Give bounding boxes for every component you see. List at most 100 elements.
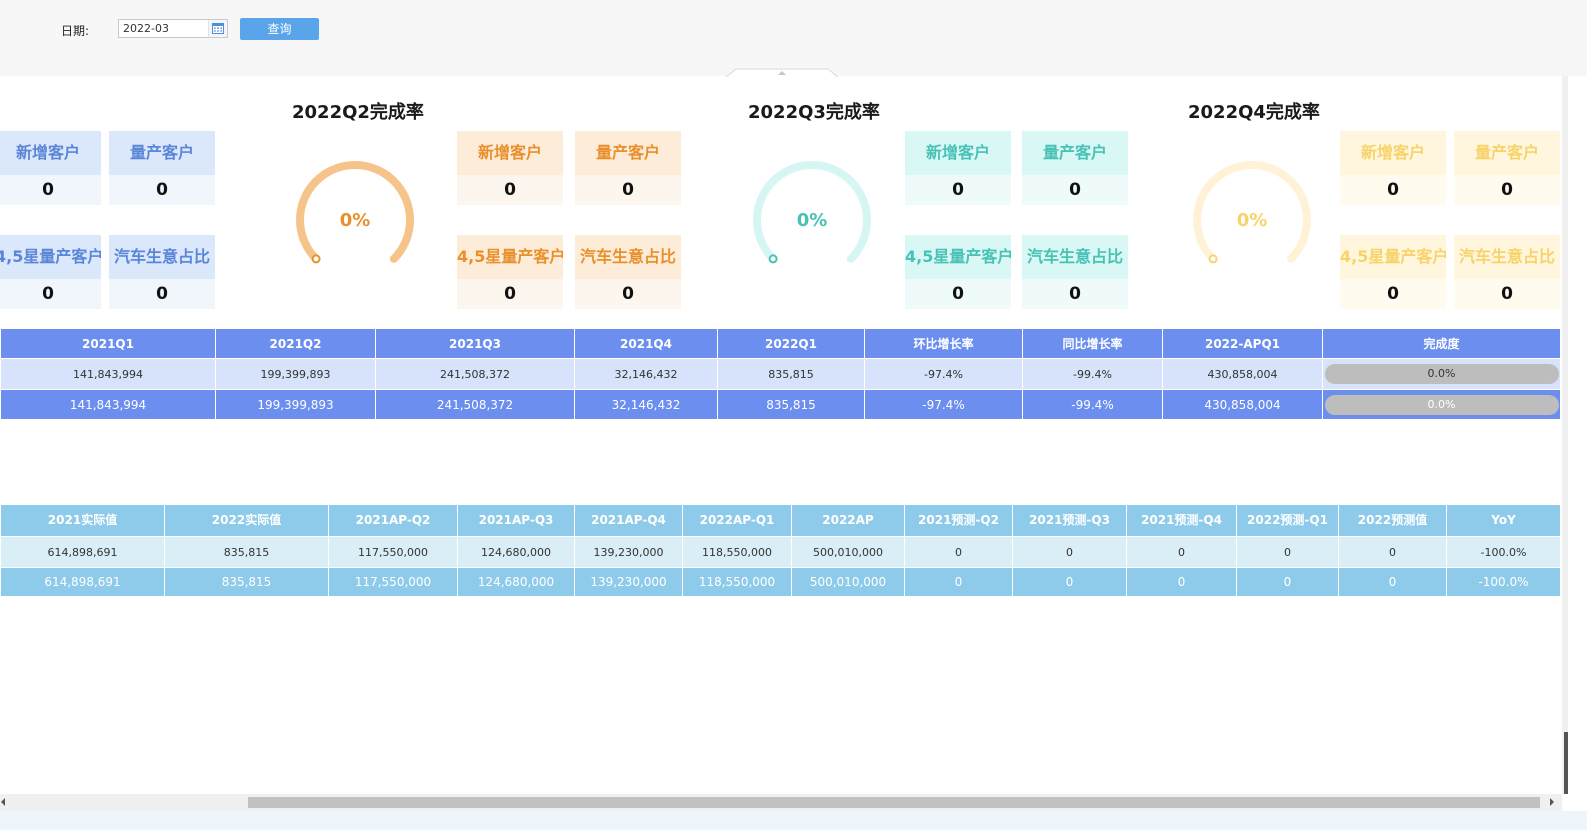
table-cell: 614,898,691 [0, 567, 165, 597]
kpi-auto-share-q2: 汽车生意占比 0 [575, 235, 681, 309]
table-cell: 0 [1338, 567, 1447, 597]
date-input[interactable]: 2022-03 [118, 19, 228, 38]
col-header[interactable]: 2021AP-Q3 [457, 504, 575, 537]
col-header[interactable]: 2022Q1 [717, 328, 865, 359]
col-header[interactable]: 2022-APQ1 [1162, 328, 1323, 359]
kpi-mass-customers-q1: 量产客户 0 [109, 131, 215, 205]
horizontal-scrollbar-thumb[interactable] [248, 797, 1540, 808]
col-header[interactable]: 2021Q3 [375, 328, 575, 359]
table-cell: 117,550,000 [328, 536, 458, 568]
date-value: 2022-03 [123, 22, 169, 35]
kpi-star-customers-q4: 4,5星量产客户 0 [1340, 235, 1446, 309]
gauge-title-q2: 2022Q2完成率 [292, 102, 424, 123]
kpi-mass-customers-q3: 量产客户 0 [1022, 131, 1128, 205]
col-header[interactable]: 环比增长率 [864, 328, 1023, 359]
table-cell: 141,843,994 [0, 358, 216, 390]
col-header[interactable]: 2021实际值 [0, 504, 165, 537]
kpi-value: 0 [905, 175, 1011, 205]
kpi-star-customers-q3: 4,5星量产客户 0 [905, 235, 1011, 309]
table-header-row: 2021实际值 2022实际值 2021AP-Q2 2021AP-Q3 2021… [0, 504, 1561, 537]
table-cell: 500,010,000 [791, 536, 905, 568]
kpi-label: 4,5星量产客户 [457, 235, 563, 279]
kpi-value: 0 [1022, 175, 1128, 205]
col-header[interactable]: 2021Q2 [215, 328, 376, 359]
kpi-label: 新增客户 [1340, 131, 1446, 175]
table-cell: 117,550,000 [328, 567, 458, 597]
col-header[interactable]: YoY [1446, 504, 1561, 537]
kpi-value: 0 [575, 279, 681, 309]
table-row[interactable]: 614,898,691 835,815 117,550,000 124,680,… [0, 567, 1561, 597]
table-cell: 0 [1012, 567, 1127, 597]
table-cell: -99.4% [1022, 358, 1163, 390]
table-cell: 118,550,000 [682, 536, 792, 568]
col-header[interactable]: 2022AP-Q1 [682, 504, 792, 537]
table-row[interactable]: 141,843,994 199,399,893 241,508,372 32,1… [0, 389, 1561, 420]
col-header[interactable]: 2021AP-Q2 [328, 504, 458, 537]
filter-bar: 日期: 2022-03 查询 [0, 0, 1587, 77]
kpi-auto-share-q3: 汽车生意占比 0 [1022, 235, 1128, 309]
kpi-label: 量产客户 [109, 131, 215, 175]
table-cell: 835,815 [717, 358, 865, 390]
kpi-value: 0 [575, 175, 681, 205]
table-cell: 32,146,432 [574, 389, 718, 420]
kpi-label: 4,5星量产客户 [905, 235, 1011, 279]
vertical-scrollbar-thumb[interactable] [1564, 732, 1568, 794]
kpi-value: 0 [109, 279, 215, 309]
col-header[interactable]: 2021预测-Q4 [1126, 504, 1237, 537]
kpi-value: 0 [1454, 279, 1560, 309]
kpi-value: 0 [905, 279, 1011, 309]
kpi-value: 0 [457, 279, 563, 309]
col-header[interactable]: 2022预测-Q1 [1236, 504, 1339, 537]
col-header[interactable]: 2021Q4 [574, 328, 718, 359]
kpi-value: 0 [1340, 175, 1446, 205]
col-header[interactable]: 2021预测-Q2 [904, 504, 1013, 537]
kpi-value: 0 [1340, 279, 1446, 309]
kpi-new-customers-q1: 新增客户 0 [0, 131, 101, 205]
kpi-star-customers-q2: 4,5星量产客户 0 [457, 235, 563, 309]
table-cell: 199,399,893 [215, 358, 376, 390]
gauge-percent-q3: 0% [796, 210, 828, 231]
table-cell: 199,399,893 [215, 389, 376, 420]
table-cell: 139,230,000 [574, 536, 683, 568]
kpi-auto-share-q1: 汽车生意占比 0 [109, 235, 215, 309]
col-header[interactable]: 2021AP-Q4 [574, 504, 683, 537]
kpi-label: 汽车生意占比 [1454, 235, 1560, 279]
vertical-scrollbar[interactable] [1562, 76, 1568, 794]
col-header[interactable]: 2022预测值 [1338, 504, 1447, 537]
table-cell: 430,858,004 [1162, 389, 1323, 420]
query-button[interactable]: 查询 [240, 18, 319, 40]
collapse-toggle-icon[interactable] [726, 68, 838, 77]
col-header[interactable]: 同比增长率 [1022, 328, 1163, 359]
table-row[interactable]: 141,843,994 199,399,893 241,508,372 32,1… [0, 358, 1561, 390]
table-cell: 32,146,432 [574, 358, 718, 390]
calendar-icon[interactable] [208, 20, 227, 37]
table-cell: -99.4% [1022, 389, 1163, 420]
kpi-label: 汽车生意占比 [109, 235, 215, 279]
table-cell: 0 [1012, 536, 1127, 568]
kpi-label: 4,5星量产客户 [1340, 235, 1446, 279]
table-cell: 241,508,372 [375, 358, 575, 390]
col-header[interactable]: 2022实际值 [164, 504, 329, 537]
kpi-star-customers-q1: 4,5星量产客户 0 [0, 235, 101, 309]
kpi-value: 0 [0, 279, 101, 309]
forecast-table: 2021实际值 2022实际值 2021AP-Q2 2021AP-Q3 2021… [0, 504, 1561, 597]
col-header[interactable]: 2022AP [791, 504, 905, 537]
col-header[interactable]: 完成度 [1322, 328, 1561, 359]
scroll-left-arrow-icon[interactable] [1, 798, 5, 806]
gauge-percent-q2: 0% [339, 210, 371, 231]
kpi-value: 0 [0, 175, 101, 205]
col-header[interactable]: 2021预测-Q3 [1012, 504, 1127, 537]
table-cell: 124,680,000 [457, 567, 575, 597]
col-header[interactable]: 2021Q1 [0, 328, 216, 359]
table-cell: 0 [1236, 567, 1339, 597]
table-row[interactable]: 614,898,691 835,815 117,550,000 124,680,… [0, 536, 1561, 568]
kpi-label: 量产客户 [1022, 131, 1128, 175]
scroll-right-arrow-icon[interactable] [1550, 798, 1554, 806]
kpi-value: 0 [457, 175, 563, 205]
table-cell: 118,550,000 [682, 567, 792, 597]
kpi-mass-customers-q4: 量产客户 0 [1454, 131, 1560, 205]
table-cell: 835,815 [164, 567, 329, 597]
horizontal-scrollbar[interactable] [0, 794, 1562, 811]
table-cell: 0 [904, 536, 1013, 568]
kpi-label: 量产客户 [1454, 131, 1560, 175]
